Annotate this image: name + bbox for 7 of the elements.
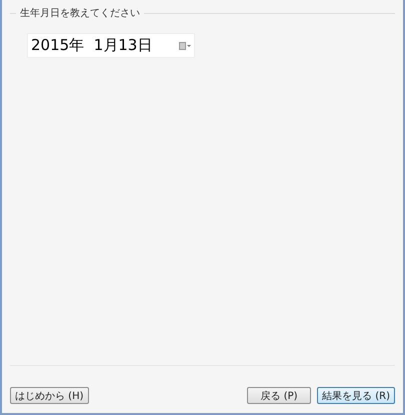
date-value: 2015年 1月13日	[31, 36, 152, 55]
start-over-button[interactable]: はじめから (H)	[10, 387, 89, 404]
date-picker[interactable]: 2015年 1月13日	[27, 33, 195, 58]
results-button[interactable]: 結果を見る (R)	[317, 387, 395, 404]
calendar-dropdown-icon[interactable]	[179, 42, 191, 50]
group-legend: 生年月日を教えてください	[16, 6, 144, 20]
back-button[interactable]: 戻る (P)	[247, 387, 312, 404]
